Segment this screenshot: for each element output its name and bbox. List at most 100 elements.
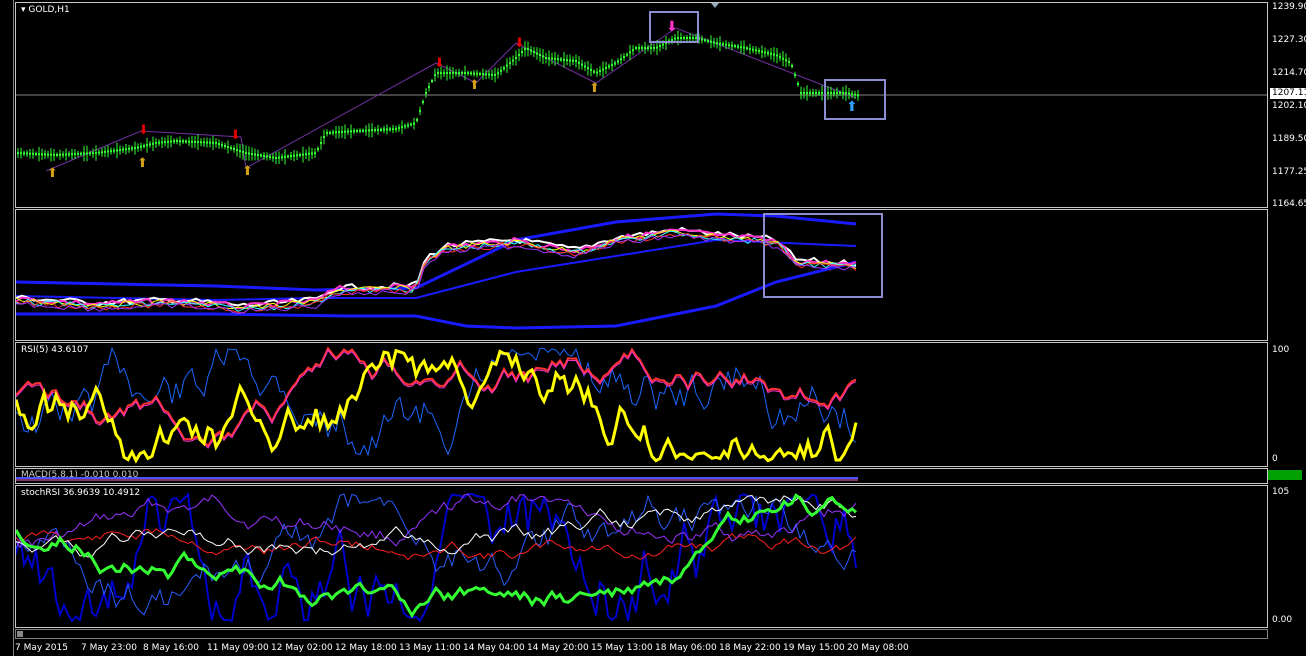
candle-body [71,153,73,156]
price-tick: 1164.65 [1272,199,1306,209]
candle-body [479,72,481,75]
candle-body [551,57,553,60]
candle-body [287,155,289,158]
zigzag-line [45,27,857,172]
candle-body [203,141,205,144]
candle-body [701,38,703,41]
candle-body [293,154,295,157]
candle-body [98,151,100,154]
candle-body [164,141,166,144]
candle-body [236,149,238,151]
candle-body [596,71,598,74]
time-label: 14 May 04:00 [463,643,525,653]
candle-body [245,152,247,154]
candle-body [77,152,79,155]
stoch-tick: 105 [1272,487,1290,497]
candle-body [533,51,535,53]
candle-body [848,92,850,95]
candle-body [275,157,277,159]
candle-body [704,39,706,42]
price-chart-svg: ⬆ ⬆ ⬆ ⬆ ⬆ ⬇ ⬇ ⬇ ⬇ ⬇ ⬆ [16,3,1267,181]
candle-body [305,153,307,156]
rsi-pane[interactable]: RSI(5) 43.6107 [15,342,1268,467]
candle-body [497,72,499,75]
candle-body [272,156,274,159]
rsi-tick: 0 [1272,454,1278,464]
candle-body [140,145,142,148]
candle-body [623,56,625,58]
candle-body [803,92,805,94]
candle-body [191,140,193,143]
sell-arrow-icon: ⬇ [514,36,525,51]
candle-body [116,149,118,152]
candle-body [509,62,511,65]
candle-body [752,48,754,51]
candle-body [413,122,415,125]
candle-body [221,144,223,146]
buy-arrow-icon: ⬆ [589,81,600,96]
price-tick: 1214.70 [1272,68,1306,78]
candle-body [320,142,322,144]
candle-body [740,46,742,49]
stochrsi-scale: 105 0.00 [1270,485,1306,628]
stoch-tick: 0.00 [1272,615,1293,625]
candle-body [614,62,616,65]
candle-body [83,152,85,155]
bands-pane[interactable] [15,209,1268,341]
candle-body [284,155,286,158]
price-tick: 1227.30 [1272,35,1306,45]
candle-body [611,64,613,66]
candle-body [647,47,649,49]
candle-body [53,153,55,156]
candle-body [767,52,769,55]
middle-band-line [16,238,857,302]
candle-body [17,152,19,155]
price-tick: 1189.50 [1272,134,1306,144]
candle-body [833,92,835,94]
candle-body [590,69,592,71]
candle-body [449,72,451,74]
candle-body [593,70,595,73]
candle-body [149,143,151,146]
candle-body [548,57,550,60]
price-pane[interactable]: ▾ GOLD,H1 ⬆ ⬆ ⬆ ⬆ ⬆ ⬇ ⬇ ⬇ ⬇ ⬇ ⬆ [15,2,1268,208]
candle-body [455,72,457,74]
candle-body [359,129,361,132]
price-tick: 1202.10 [1272,101,1306,111]
candle-body [806,92,808,94]
candle-body [581,63,583,66]
candle-body [617,60,619,63]
candle-body [26,152,28,155]
candle-body [842,92,844,94]
candle-body [557,58,559,61]
candle-body [392,128,394,131]
candle-body [227,146,229,148]
candle-body [566,59,568,62]
candle-body [695,37,697,39]
candle-body [827,92,829,94]
macd-pane[interactable]: MACD(5,8,1) -0.010 0.010 [15,468,1268,484]
candle-body [461,72,463,74]
stochrsi-pane[interactable]: stochRSI 36.9639 10.4912 [15,485,1268,628]
candle-body [302,153,304,156]
candle-body [128,147,130,150]
price-tick: 1239.90 [1272,2,1306,12]
candle-body [638,47,640,49]
candle-body [521,51,523,53]
time-label: 8 May 16:00 [143,643,199,653]
candle-body [323,136,325,138]
time-label: 18 May 06:00 [655,643,717,653]
candle-body [470,72,472,75]
candle-body [395,128,397,130]
time-label: 19 May 15:00 [783,643,845,653]
candle-body [779,56,781,59]
candle-body [644,47,646,49]
candle-body [605,67,607,69]
candle-body [110,150,112,153]
candle-body [683,37,685,39]
candle-body [458,72,460,74]
scroll-handle[interactable] [17,631,23,637]
horizontal-scrollbar[interactable] [15,629,1268,639]
candle-body [122,148,124,151]
candle-body [608,65,610,68]
